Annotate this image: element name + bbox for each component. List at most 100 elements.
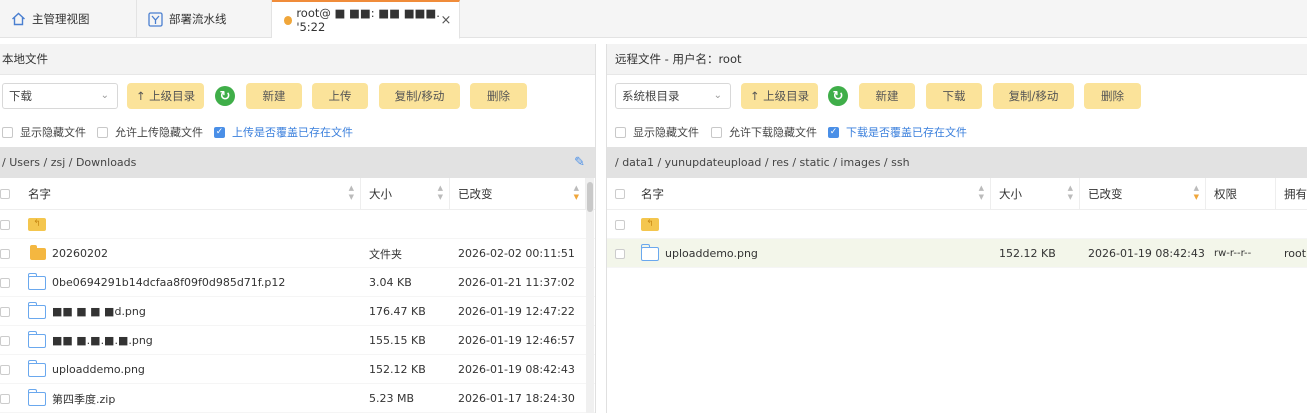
close-icon[interactable]: × — [439, 13, 453, 28]
file-modified: 2026-01-19 08:42:43 — [1088, 247, 1205, 260]
remote-table-header: 名字 ▲ ▼ 大小 ▲ ▼ 已改变 ▲ ▼ 权限 拥有 — [607, 178, 1307, 210]
column-size[interactable]: 大小 ▲ ▼ — [991, 178, 1080, 210]
sort-icon: ▲ ▼ — [978, 184, 984, 201]
table-row[interactable]: uploaddemo.png 152.12 KB 2026-01-19 08:4… — [0, 355, 595, 384]
tab-ssh-session[interactable]: root@ ■ ■■: ■■ ■■■. '5:22 × — [272, 0, 460, 39]
delete-button[interactable]: 删除 — [470, 83, 527, 109]
row-checkbox[interactable] — [0, 278, 10, 288]
column-label: 已改变 — [1088, 187, 1123, 201]
local-files-panel: 本地文件 下载 ⌄ ↑ 上级目录 ↻ 新建 上传 复制/移动 删除 显示隐藏文件… — [0, 44, 596, 413]
copy-move-button[interactable]: 复制/移动 — [993, 83, 1074, 109]
option-show-hidden[interactable]: 显示隐藏文件 — [2, 124, 86, 140]
checkbox-checked[interactable]: ✓ — [828, 126, 839, 138]
delete-button[interactable]: 删除 — [1084, 83, 1141, 109]
table-row[interactable]: ■■ ■.■.■.■.png 155.15 KB 2026-01-19 12:4… — [0, 326, 595, 355]
table-row[interactable]: 第四季度.zip 5.23 MB 2026-01-17 18:24:30 — [0, 384, 595, 413]
tab-bar: 主管理视图 部署流水线 root@ ■ ■■: ■■ ■■■. '5:22 × — [0, 0, 1307, 39]
checkbox[interactable] — [615, 126, 626, 138]
row-checkbox[interactable] — [0, 249, 10, 259]
table-row[interactable]: uploaddemo.png 152.12 KB 2026-01-19 08:4… — [607, 239, 1307, 268]
scrollbar[interactable] — [586, 178, 594, 413]
select-value: 下载 — [9, 89, 32, 103]
local-table-header: 名字 ▲ ▼ 大小 ▲ ▼ 已改变 ▲ ▼ — [0, 178, 595, 210]
file-name: 0be0694291b14dcfaa8f09f0d985d71f.p12 — [52, 276, 286, 289]
column-name[interactable]: 名字 ▲ ▼ — [20, 178, 361, 210]
copy-move-button[interactable]: 复制/移动 — [379, 83, 460, 109]
option-overwrite-upload[interactable]: ✓ 上传是否覆盖已存在文件 — [214, 124, 353, 140]
checkbox[interactable] — [2, 126, 13, 138]
column-size[interactable]: 大小 ▲ ▼ — [361, 178, 450, 210]
select-all-checkbox[interactable] — [0, 189, 10, 199]
column-label: 已改变 — [458, 187, 493, 201]
file-size: 152.12 KB — [999, 247, 1056, 260]
row-checkbox[interactable] — [0, 220, 10, 230]
select-all-checkbox[interactable] — [615, 189, 625, 199]
sort-icon: ▲ ▼ — [573, 184, 579, 201]
scrollbar-thumb[interactable] — [587, 182, 593, 212]
column-label: 大小 — [369, 187, 392, 201]
row-checkbox[interactable] — [0, 336, 10, 346]
remote-toolbar: 系统根目录 ⌄ ↑ 上级目录 ↻ 新建 下载 复制/移动 删除 — [607, 83, 1307, 109]
option-overwrite-download[interactable]: ✓ 下载是否覆盖已存在文件 — [828, 124, 967, 140]
local-dir-select[interactable]: 下载 ⌄ — [2, 83, 118, 109]
column-modified[interactable]: 已改变 ▲ ▼ — [450, 178, 586, 210]
chevron-down-icon: ⌄ — [100, 90, 109, 101]
parent-dir-button[interactable]: ↑ 上级目录 — [127, 83, 204, 109]
file-icon — [640, 243, 659, 261]
column-name[interactable]: 名字 ▲ ▼ — [633, 178, 991, 210]
parent-dir-button[interactable]: ↑ 上级目录 — [741, 83, 818, 109]
table-row[interactable]: 0be0694291b14dcfaa8f09f0d985d71f.p12 3.0… — [0, 268, 595, 297]
new-button[interactable]: 新建 — [859, 83, 915, 109]
tab-main-view[interactable]: 主管理视图 — [0, 0, 137, 38]
file-modified: 2026-01-19 08:42:43 — [458, 363, 575, 376]
home-icon — [10, 11, 26, 27]
file-size: 155.15 KB — [369, 334, 426, 347]
upload-button[interactable]: 上传 — [312, 83, 368, 109]
file-icon — [27, 272, 46, 290]
table-row[interactable]: ↰ — [0, 210, 595, 239]
row-checkbox[interactable] — [615, 249, 625, 259]
file-icon — [27, 359, 46, 377]
table-row[interactable]: 20260202 文件夹 2026-02-02 00:11:51 — [0, 239, 595, 268]
column-label: 拥有 — [1284, 187, 1307, 201]
file-modified: 2026-01-17 18:24:30 — [458, 392, 575, 405]
column-permission[interactable]: 权限 — [1206, 178, 1276, 210]
row-checkbox[interactable] — [0, 307, 10, 317]
option-allow-download-hidden[interactable]: 允许下载隐藏文件 — [711, 124, 817, 140]
table-row[interactable]: ■■ ■ ■ ■d.png 176.47 KB 2026-01-19 12:47… — [0, 297, 595, 326]
local-path-bar[interactable]: / Users / zsj / Downloads ✎ — [0, 147, 595, 178]
remote-dir-select[interactable]: 系统根目录 ⌄ — [615, 83, 731, 109]
parent-folder-icon[interactable]: ↰ — [641, 218, 659, 231]
column-modified[interactable]: 已改变 ▲ ▼ — [1080, 178, 1206, 210]
refresh-icon[interactable]: ↻ — [828, 86, 848, 106]
tab-pipeline[interactable]: 部署流水线 — [137, 0, 272, 38]
sort-icon: ▲ ▼ — [1193, 184, 1199, 201]
row-checkbox[interactable] — [0, 365, 10, 375]
row-checkbox[interactable] — [615, 220, 625, 230]
row-checkbox[interactable] — [0, 394, 10, 404]
checkbox[interactable] — [97, 126, 108, 138]
file-name: 20260202 — [52, 247, 108, 260]
download-button[interactable]: 下载 — [926, 83, 982, 109]
checkbox[interactable] — [711, 126, 722, 138]
column-label: 权限 — [1214, 187, 1237, 201]
checkbox-checked[interactable]: ✓ — [214, 126, 225, 138]
file-modified: 2026-01-19 12:46:57 — [458, 334, 575, 347]
file-size: 3.04 KB — [369, 276, 412, 289]
option-show-hidden[interactable]: 显示隐藏文件 — [615, 124, 699, 140]
file-name: ■■ ■.■.■.■.png — [52, 334, 153, 347]
edit-icon[interactable]: ✎ — [574, 155, 585, 170]
option-label: 显示隐藏文件 — [20, 126, 86, 139]
file-icon — [27, 388, 46, 406]
option-allow-upload-hidden[interactable]: 允许上传隐藏文件 — [97, 124, 203, 140]
table-row[interactable]: ↰ — [607, 210, 1307, 239]
new-button[interactable]: 新建 — [246, 83, 302, 109]
tab-label: 部署流水线 — [169, 12, 227, 26]
column-label: 大小 — [999, 187, 1022, 201]
remote-path-bar[interactable]: / data1 / yunupdateupload / res / static… — [607, 147, 1307, 178]
path-text: / Users / zsj / Downloads — [2, 156, 137, 169]
sort-icon: ▲ ▼ — [1067, 184, 1073, 201]
column-owner[interactable]: 拥有 — [1276, 178, 1307, 210]
parent-folder-icon[interactable]: ↰ — [28, 218, 46, 231]
refresh-icon[interactable]: ↻ — [215, 86, 235, 106]
